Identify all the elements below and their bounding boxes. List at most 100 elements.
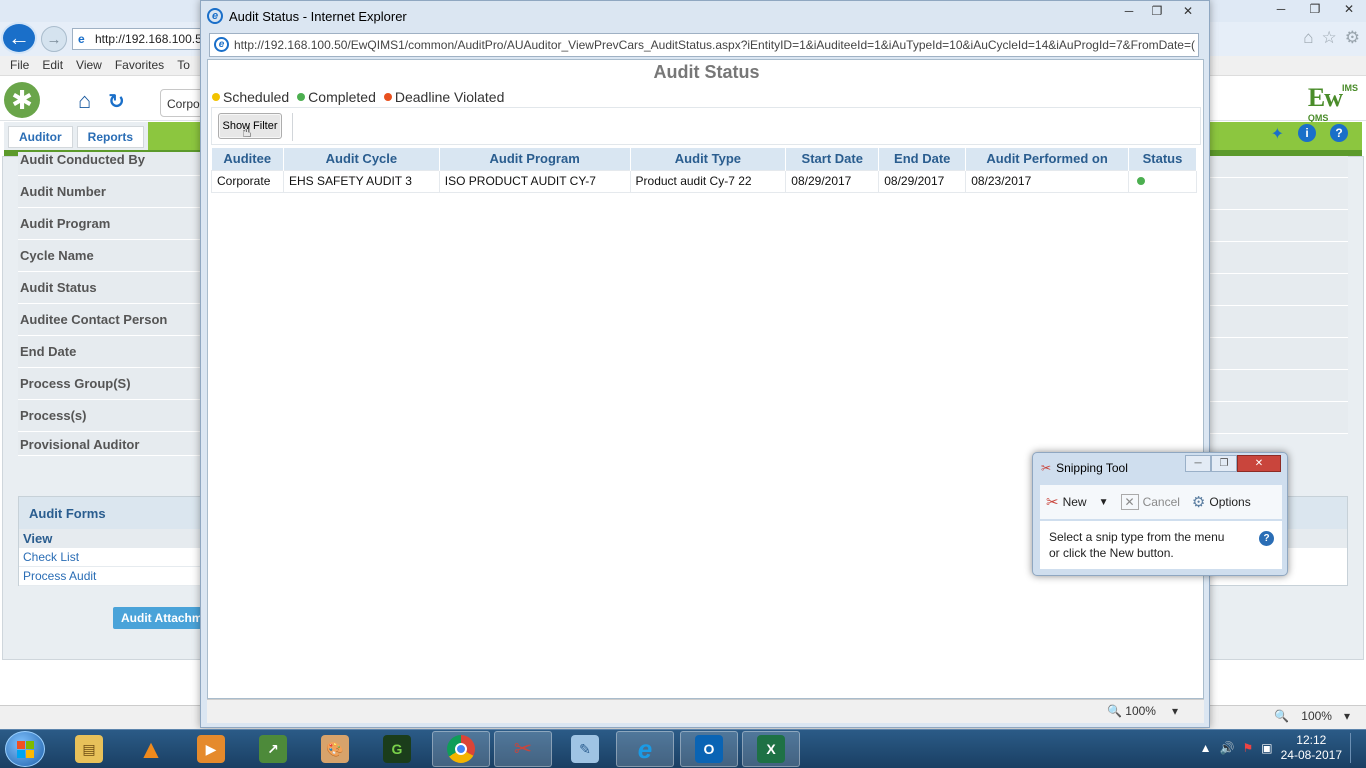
taskbar-vlc[interactable]: ▲ xyxy=(122,731,180,767)
pin-icon[interactable]: ✦ xyxy=(1271,124,1284,144)
audit-status-popup-window: e Audit Status - Internet Explorer ─ ❐ ✕… xyxy=(200,0,1210,728)
chevron-down-icon[interactable]: ▾ xyxy=(1172,704,1178,718)
popup-restore-button[interactable]: ❐ xyxy=(1143,1,1171,21)
snipping-tool-window: ✂ Snipping Tool ─ ❐ ✕ ✂ New ▼ ✕ Cancel ⚙… xyxy=(1032,452,1288,576)
snip-restore-button[interactable]: ❐ xyxy=(1211,455,1237,472)
tray-expand-icon[interactable]: ▲ xyxy=(1200,741,1212,755)
col-status[interactable]: Status xyxy=(1128,148,1197,170)
info-icon[interactable]: i xyxy=(1298,124,1316,142)
col-start-date[interactable]: Start Date xyxy=(785,148,880,170)
menu-file[interactable]: File xyxy=(10,56,38,75)
scissors-icon: ✂ xyxy=(1041,461,1052,475)
ewqms-logo-text: Ew xyxy=(1307,83,1343,112)
tab-reports[interactable]: Reports xyxy=(76,126,144,148)
menu-view[interactable]: View xyxy=(76,56,111,75)
process-audit-link[interactable]: Process Audit xyxy=(19,567,207,586)
close-button[interactable]: ✕ xyxy=(1332,0,1366,18)
windows-logo-icon xyxy=(16,740,34,758)
audit-forms-heading: Audit Forms xyxy=(19,497,207,529)
taskbar-snipping-tool[interactable]: ✂ xyxy=(494,731,552,767)
field-label: Process(s) xyxy=(18,400,208,432)
clock-time: 12:12 xyxy=(1296,733,1327,747)
field-label: Cycle Name xyxy=(18,240,208,272)
flag-icon[interactable]: ⚑ xyxy=(1243,741,1254,755)
tab-auditor[interactable]: Auditor xyxy=(8,126,73,148)
col-audit-type[interactable]: Audit Type xyxy=(630,148,787,170)
field-label: Audit Number xyxy=(18,176,208,208)
background-zoom-level: 100% xyxy=(1301,709,1332,723)
popup-close-button[interactable]: ✕ xyxy=(1171,1,1205,21)
system-tray: ▲ 🔊 ⚑ ▣ 12:12 24-08-2017 xyxy=(1200,733,1360,763)
status-legend: Scheduled Completed Deadline Violated xyxy=(212,89,504,105)
gear-icon[interactable]: ⚙ xyxy=(1345,28,1360,48)
col-audit-performed-on[interactable]: Audit Performed on xyxy=(965,148,1129,170)
show-desktop-button[interactable] xyxy=(1350,733,1360,763)
app-home-icon[interactable]: ⌂ xyxy=(78,88,91,114)
help-icon[interactable]: ? xyxy=(1330,124,1348,142)
taskbar-explorer[interactable]: ▤ xyxy=(60,731,118,767)
popup-address-bar[interactable]: e http://192.168.100.50/EwQIMS1/common/A… xyxy=(209,33,1199,57)
background-zoom-control[interactable]: 🔍 100% ▾ xyxy=(1274,709,1350,723)
zoom-icon: 🔍 100% xyxy=(1106,704,1156,718)
col-audit-cycle[interactable]: Audit Cycle xyxy=(283,148,440,170)
check-list-link[interactable]: Check List xyxy=(19,548,207,567)
cell-end-date: 08/29/2017 xyxy=(878,169,967,193)
snip-cancel-button[interactable]: ✕ Cancel xyxy=(1115,494,1186,510)
ie-icon: e xyxy=(637,733,653,764)
table-header-row: Auditee Audit Cycle Audit Program Audit … xyxy=(211,148,1197,170)
menu-favorites[interactable]: Favorites xyxy=(115,56,173,75)
minimize-button[interactable]: ─ xyxy=(1264,0,1298,18)
taskbar-chrome[interactable] xyxy=(432,731,490,767)
popup-zoom-level: 100% xyxy=(1125,704,1156,718)
field-label: End Date xyxy=(18,336,208,368)
entity-select[interactable]: Corpor xyxy=(160,89,204,117)
home-icon[interactable]: ⌂ xyxy=(1303,28,1313,48)
taskbar-paint[interactable]: 🎨 xyxy=(306,731,364,767)
background-address-bar[interactable]: e http://192.168.100.5 xyxy=(72,28,204,50)
popup-minimize-button[interactable]: ─ xyxy=(1115,1,1143,21)
taskbar-notes[interactable]: ✎ xyxy=(556,731,614,767)
page-title: Audit Status xyxy=(653,62,760,82)
back-button[interactable]: ← xyxy=(1,22,37,54)
restore-button[interactable]: ❐ xyxy=(1298,0,1332,18)
taskbar-greenshot[interactable]: G xyxy=(368,731,426,767)
snip-minimize-button[interactable]: ─ xyxy=(1185,455,1211,472)
taskbar-excel[interactable]: X xyxy=(742,731,800,767)
volume-icon[interactable]: 🔊 xyxy=(1220,741,1235,755)
snip-options-button[interactable]: ⚙ Options xyxy=(1186,493,1257,511)
start-button[interactable] xyxy=(5,731,45,767)
popup-url: http://192.168.100.50/EwQIMS1/common/Aud… xyxy=(234,38,1195,52)
taskbar-chart-app[interactable]: ↗ xyxy=(244,731,302,767)
cell-audit-performed-on: 08/23/2017 xyxy=(965,169,1129,193)
scheduled-dot-icon xyxy=(212,93,220,101)
field-label: Audit Program xyxy=(18,208,208,240)
forward-button[interactable]: → xyxy=(41,26,67,52)
snip-new-button[interactable]: ✂ New ▼ xyxy=(1040,493,1115,511)
chevron-down-icon[interactable]: ▾ xyxy=(1344,709,1350,723)
help-icon[interactable]: ? xyxy=(1259,531,1274,546)
scissors-icon: ✂ xyxy=(1046,494,1059,511)
table-row[interactable]: Corporate EHS SAFETY AUDIT 3 ISO PRODUCT… xyxy=(211,169,1197,193)
gear-icon: ⚙ xyxy=(1191,494,1206,511)
col-end-date[interactable]: End Date xyxy=(878,148,967,170)
menu-edit[interactable]: Edit xyxy=(42,56,72,75)
vlc-cone-icon: ▲ xyxy=(138,733,164,764)
snipping-tool-controls: ─ ❐ ✕ xyxy=(1185,455,1281,472)
chevron-down-icon[interactable]: ▼ xyxy=(1099,497,1109,508)
network-icon[interactable]: ▣ xyxy=(1261,741,1272,755)
refresh-icon[interactable]: ↻ xyxy=(108,89,125,114)
completed-status-icon xyxy=(1137,177,1145,185)
field-label: Process Group(S) xyxy=(18,368,208,400)
taskbar-media-player[interactable]: ▶ xyxy=(182,731,240,767)
star-icon[interactable]: ☆ xyxy=(1322,28,1337,48)
mouse-pointer-icon: ☝ xyxy=(242,124,252,141)
snip-close-button[interactable]: ✕ xyxy=(1237,455,1281,472)
col-auditee[interactable]: Auditee xyxy=(211,148,284,170)
taskbar-clock[interactable]: 12:12 24-08-2017 xyxy=(1281,733,1342,763)
col-audit-program[interactable]: Audit Program xyxy=(439,148,631,170)
taskbar-outlook[interactable]: O xyxy=(680,731,738,767)
menu-tools[interactable]: To xyxy=(177,56,199,75)
taskbar-internet-explorer[interactable]: e xyxy=(616,731,674,767)
popup-zoom-control[interactable]: 🔍 100% ▾ xyxy=(1107,704,1178,718)
audit-attachment-button[interactable]: Audit Attachme xyxy=(113,607,205,629)
